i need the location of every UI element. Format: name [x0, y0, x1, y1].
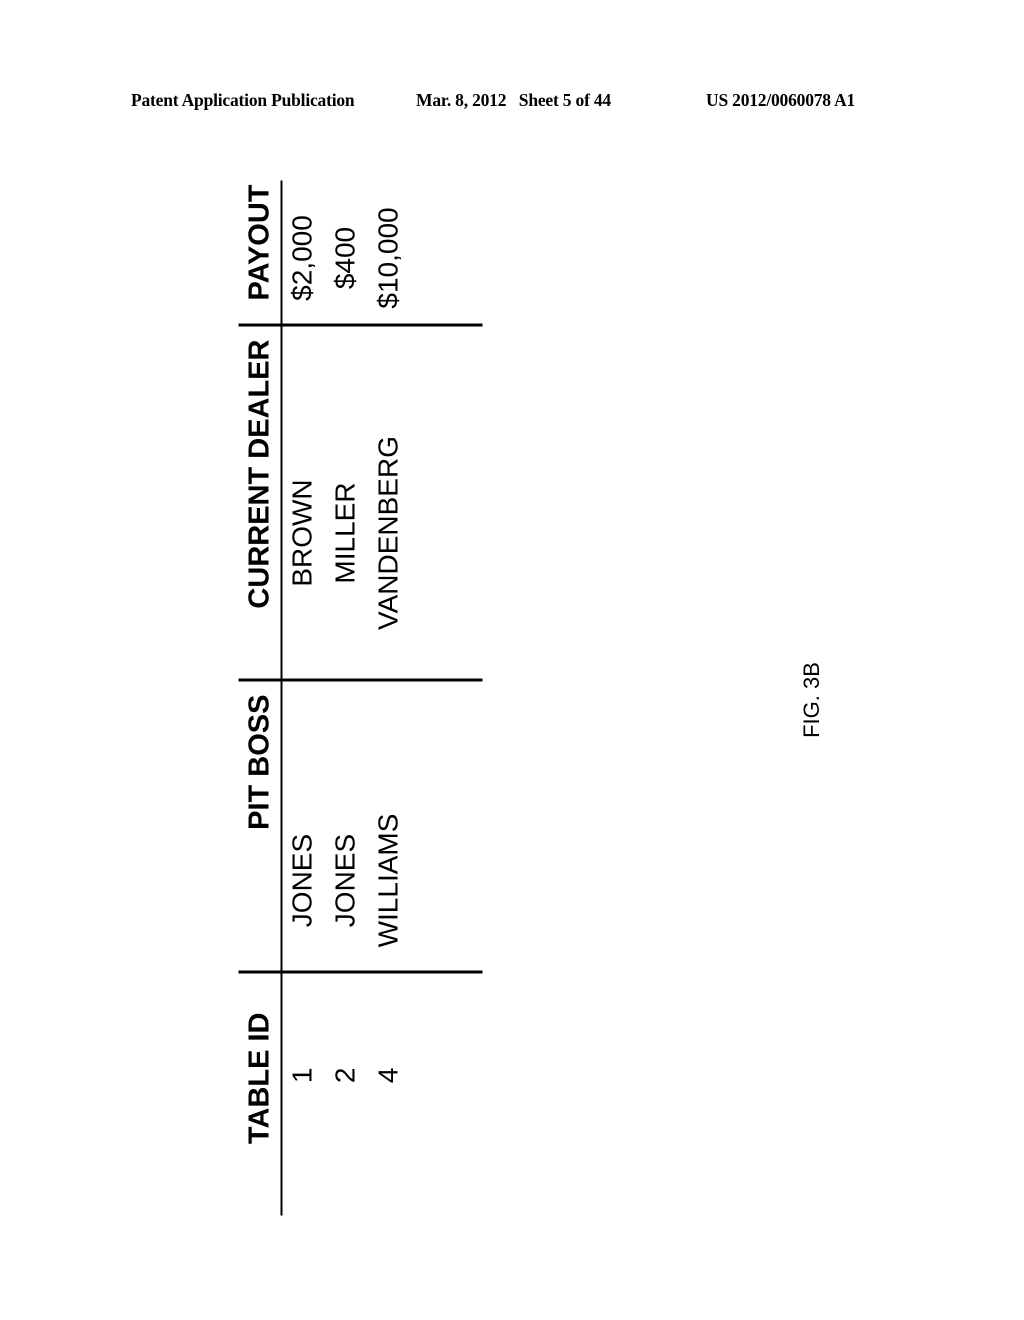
table-cell: $2,000: [286, 214, 317, 301]
table-cell: BROWN: [286, 478, 317, 587]
header-divider: [280, 180, 282, 1215]
table-cell: 1: [286, 1067, 317, 1083]
table-cell: VANDENBERG: [372, 435, 403, 630]
column-divider: [238, 970, 482, 973]
table-cell: $400: [329, 226, 360, 289]
table-cell: MILLER: [329, 481, 360, 584]
column-header: PIT BOSS: [243, 694, 275, 830]
column-current-dealer: CURRENT DEALER BROWN MILLER VANDENBERG: [238, 325, 482, 680]
rotated-table: TABLE ID 1 2 4 PIT BOSS JONES JONES WILL…: [238, 180, 482, 1215]
column-header: TABLE ID: [243, 1012, 275, 1144]
publication-number: US 2012/0060078 A1: [706, 90, 856, 110]
table-cell: WILLIAMS: [372, 813, 403, 947]
figure-label: FIG. 3B: [799, 662, 824, 738]
column-divider: [238, 678, 482, 681]
publication-date-sheet: Mar. 8, 2012 Sheet 5 of 44: [416, 90, 611, 110]
column-divider: [238, 323, 482, 326]
column-table-id: TABLE ID 1 2 4: [238, 972, 482, 1215]
table-cell: JONES: [329, 833, 360, 927]
table-cell: 2: [329, 1067, 360, 1083]
column-pit-boss: PIT BOSS JONES JONES WILLIAMS: [238, 680, 482, 972]
publication-type: Patent Application Publication: [131, 90, 355, 110]
table-cell: $10,000: [372, 206, 403, 309]
column-header: CURRENT DEALER: [243, 339, 275, 609]
table-cell: 4: [372, 1067, 403, 1083]
column-header: PAYOUT: [243, 184, 275, 301]
column-payout: PAYOUT $2,000 $400 $10,000: [238, 180, 482, 325]
table-cell: JONES: [286, 833, 317, 927]
